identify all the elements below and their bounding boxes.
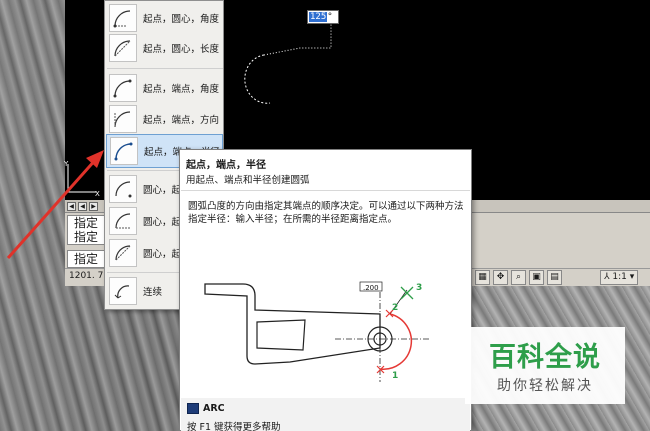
illus-dimension-label: .200: [363, 284, 379, 292]
dynamic-input-value: 125: [309, 12, 328, 22]
arc-start-center-length-icon: [109, 34, 137, 62]
arc-center-start-end-icon: [109, 175, 137, 203]
svg-text:X: X: [95, 190, 100, 198]
menu-item-label: 起点，端点，角度: [143, 84, 220, 95]
svg-text:Y: Y: [63, 160, 69, 168]
tooltip-title: 起点，端点，半径: [186, 160, 266, 171]
tooltip-subtitle: 用起点、端点和半径创建圆弧: [186, 175, 310, 186]
pan-icon[interactable]: ✥: [493, 270, 508, 285]
arc-start-center-angle-icon: [109, 4, 137, 32]
history-line: 指定: [74, 230, 99, 244]
menu-separator: [107, 68, 223, 69]
status-icons: ▦ ✥ ⌕ ▣ ▤: [475, 270, 562, 285]
viewport-icon[interactable]: ▤: [547, 270, 562, 285]
tooltip-command: ARC: [187, 403, 225, 414]
tooltip-illustration: .200 3 2 1: [204, 281, 430, 382]
menu-item-start-end-direction[interactable]: 起点，端点，方向: [106, 102, 223, 136]
illus-wrench-slot: [256, 319, 306, 351]
menu-item-label: 圆心，起: [143, 185, 182, 196]
tab-prev-icon[interactable]: ◀: [78, 202, 87, 211]
layout-icon[interactable]: ▣: [529, 270, 544, 285]
model-space-icon[interactable]: ▦: [475, 270, 490, 285]
illus-red-arc: [379, 313, 413, 370]
watermark-title: 百科全说: [489, 342, 601, 373]
history-line: 指定: [74, 216, 99, 230]
menu-item-label: 圆心，起: [143, 249, 182, 260]
menu-item-label: 起点，端点，方向: [143, 115, 220, 126]
command-tooltip: 起点，端点，半径 用起点、端点和半径创建圆弧 圆弧凸度的方向由指定其端点的顺序决…: [179, 149, 472, 431]
tooltip-divider: [181, 190, 470, 191]
annotation-scale-value: 1:1 ▾: [612, 272, 635, 282]
watermark-logo: 百科全说 助你轻松解决: [465, 327, 625, 404]
arc-center-start-length-icon: [109, 239, 137, 267]
illus-point-label-2: 2: [392, 303, 398, 313]
menu-item-label: 圆心，起: [143, 217, 182, 228]
menu-item-start-center-angle[interactable]: 起点，圆心，角度: [106, 1, 223, 35]
menu-item-start-center-length[interactable]: 起点，圆心，长度: [106, 31, 223, 65]
command-prompt-text: 指定: [74, 252, 99, 266]
arc-start-end-angle-icon: [109, 74, 137, 102]
arc-start-end-radius-icon: [110, 137, 138, 165]
menu-item-start-end-angle[interactable]: 起点，端点，角度: [106, 71, 223, 105]
dynamic-input-field[interactable]: 125°: [307, 10, 339, 24]
illus-point-label-3: 3: [416, 283, 422, 293]
menu-item-label: 连续: [143, 287, 163, 298]
preview-arc: [244, 54, 271, 104]
command-icon: [187, 403, 199, 414]
tooltip-description: 圆弧凸度的方向由指定其端点的顺序决定。可以通过以下两种方法指定半径：输入半径；在…: [188, 201, 464, 225]
zoom-icon[interactable]: ⌕: [511, 270, 526, 285]
tooltip-command-name: ARC: [203, 403, 225, 414]
illus-wrench-outline: [204, 283, 381, 365]
menu-item-label: 起点，圆心，长度: [143, 44, 220, 55]
arc-continue-icon: [109, 277, 137, 305]
arc-start-end-direction-icon: [109, 105, 137, 133]
menu-item-label: 起点，圆心，角度: [143, 14, 220, 25]
command-history: 指定 指定: [67, 215, 107, 245]
watermark-subtitle: 助你轻松解决: [497, 378, 593, 394]
arc-center-start-angle-icon: [109, 207, 137, 235]
tab-first-icon[interactable]: ◀: [67, 202, 76, 211]
dynamic-input-marker: °: [327, 12, 333, 22]
ucs-icon: Y X: [63, 160, 100, 198]
command-input[interactable]: 指定: [67, 250, 107, 268]
illus-point-label-1: 1: [392, 371, 398, 381]
tooltip-footer: ARC 按 F1 键获得更多帮助: [181, 398, 470, 431]
annotation-scale[interactable]: ⅄ 1:1 ▾: [600, 270, 639, 285]
tab-next-icon[interactable]: ▶: [89, 202, 98, 211]
tooltip-help: 按 F1 键获得更多帮助: [187, 422, 281, 431]
